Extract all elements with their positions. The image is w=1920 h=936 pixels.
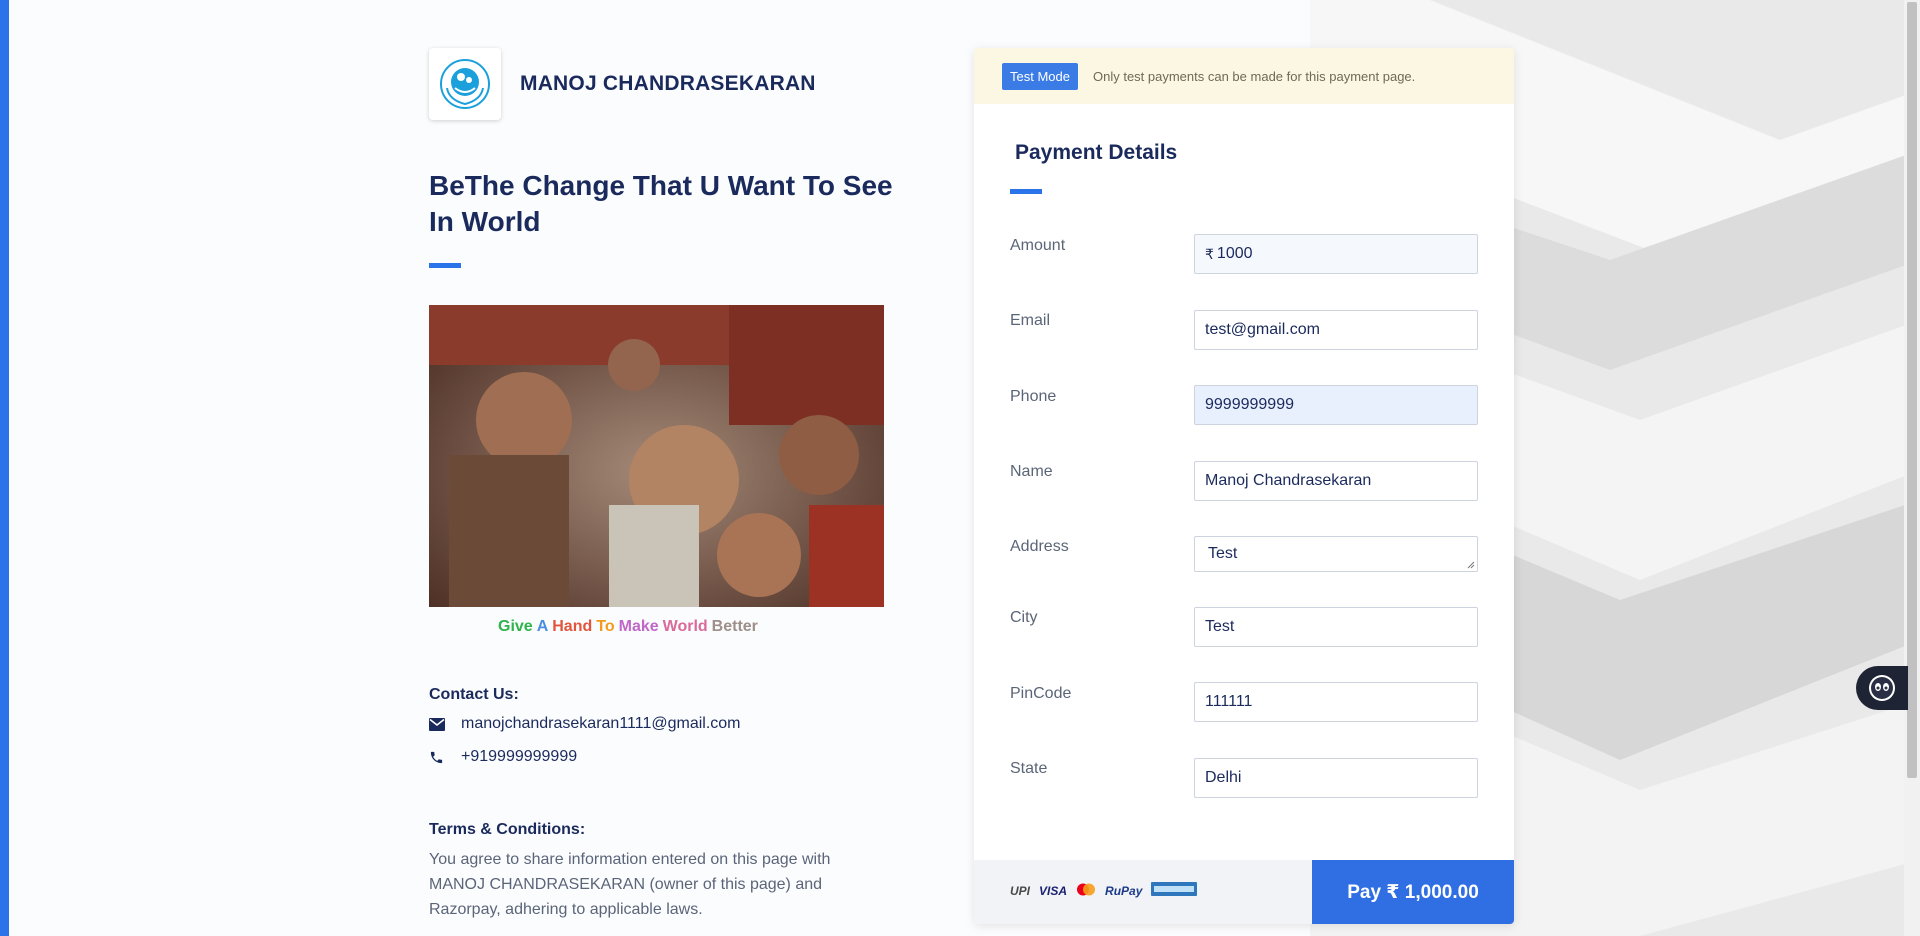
test-mode-banner: Test Mode Only test payments can be made… (974, 48, 1514, 104)
test-mode-message: Only test payments can be made for this … (1092, 68, 1416, 84)
payment-details-underline (1010, 189, 1042, 194)
caption-word: Make (618, 618, 659, 635)
left-accent-bar (0, 0, 9, 936)
phone-label: Phone (1010, 388, 1057, 405)
caption-word: Better (711, 618, 758, 635)
terms-title: Terms & Conditions: (429, 821, 586, 838)
address-textarea[interactable]: Test (1194, 536, 1478, 572)
address-value: Test (1208, 545, 1238, 562)
phone-icon (429, 749, 445, 765)
page-headline: BeThe Change That U Want To See In World (429, 170, 893, 237)
caption-word: World (662, 618, 708, 635)
contact-title: Contact Us: (429, 686, 519, 703)
terms-text: You agree to share information entered o… (429, 851, 831, 918)
hero-image (429, 305, 884, 607)
payment-card: Test Mode Only test payments can be made… (974, 48, 1514, 924)
payment-method-logos: UPI VISA RuPay (1010, 882, 1206, 899)
caption-word: A (536, 618, 549, 635)
caption-word: To (596, 618, 615, 635)
rupay-logo: RuPay (1105, 883, 1143, 898)
chat-bot-icon[interactable] (1856, 666, 1908, 710)
unicef-logo-icon (429, 48, 501, 120)
email-field[interactable]: test@gmail.com (1194, 310, 1478, 350)
mastercard-icon (1076, 883, 1096, 899)
address-label: Address (1010, 538, 1069, 555)
state-field[interactable]: Delhi (1194, 758, 1478, 798)
amount-value: 1000 (1216, 245, 1253, 262)
contact-email-row: manojchandrasekaran1111@gmail.com (429, 715, 741, 733)
contact-phone[interactable]: +919999999999 (461, 748, 577, 766)
page-scrollbar[interactable] (1904, 0, 1920, 936)
payment-details-title: Payment Details (1015, 141, 1178, 164)
caption-word: Give (498, 618, 533, 635)
mail-icon (429, 716, 445, 732)
rupee-symbol: ₹ (1205, 245, 1214, 262)
contact-phone-row: +919999999999 (429, 748, 577, 766)
resize-handle-icon[interactable] (1467, 561, 1475, 569)
upi-logo: UPI (1010, 883, 1031, 898)
scrollbar-thumb[interactable] (1907, 2, 1917, 778)
pincode-field[interactable]: 111111 (1194, 682, 1478, 722)
name-label: Name (1010, 463, 1053, 480)
amount-label: Amount (1010, 237, 1066, 254)
visa-logo: VISA (1039, 883, 1068, 898)
merchant-name: MANOJ CHANDRASEKARAN (520, 72, 816, 95)
pay-button[interactable]: Pay ₹ 1,000.00 (1312, 860, 1514, 924)
amount-field[interactable]: ₹ 1000 (1194, 234, 1478, 274)
amex-icon (1151, 882, 1198, 899)
merchant-header: MANOJ CHANDRASEKARAN (429, 48, 816, 120)
test-mode-badge: Test Mode (1002, 62, 1078, 90)
caption-give-a-hand: Give A Hand To Make World Better (498, 618, 762, 636)
contact-email[interactable]: manojchandrasekaran1111@gmail.com (461, 715, 741, 733)
name-field[interactable]: Manoj Chandrasekaran (1194, 461, 1478, 501)
city-field[interactable]: Test (1194, 607, 1478, 647)
caption-word: Hand (552, 618, 593, 635)
pincode-label: PinCode (1010, 685, 1072, 702)
email-label: Email (1010, 312, 1051, 329)
headline-underline (429, 263, 461, 268)
phone-field[interactable]: 9999999999 (1194, 385, 1478, 425)
state-label: State (1010, 760, 1048, 777)
city-label: City (1010, 609, 1038, 626)
